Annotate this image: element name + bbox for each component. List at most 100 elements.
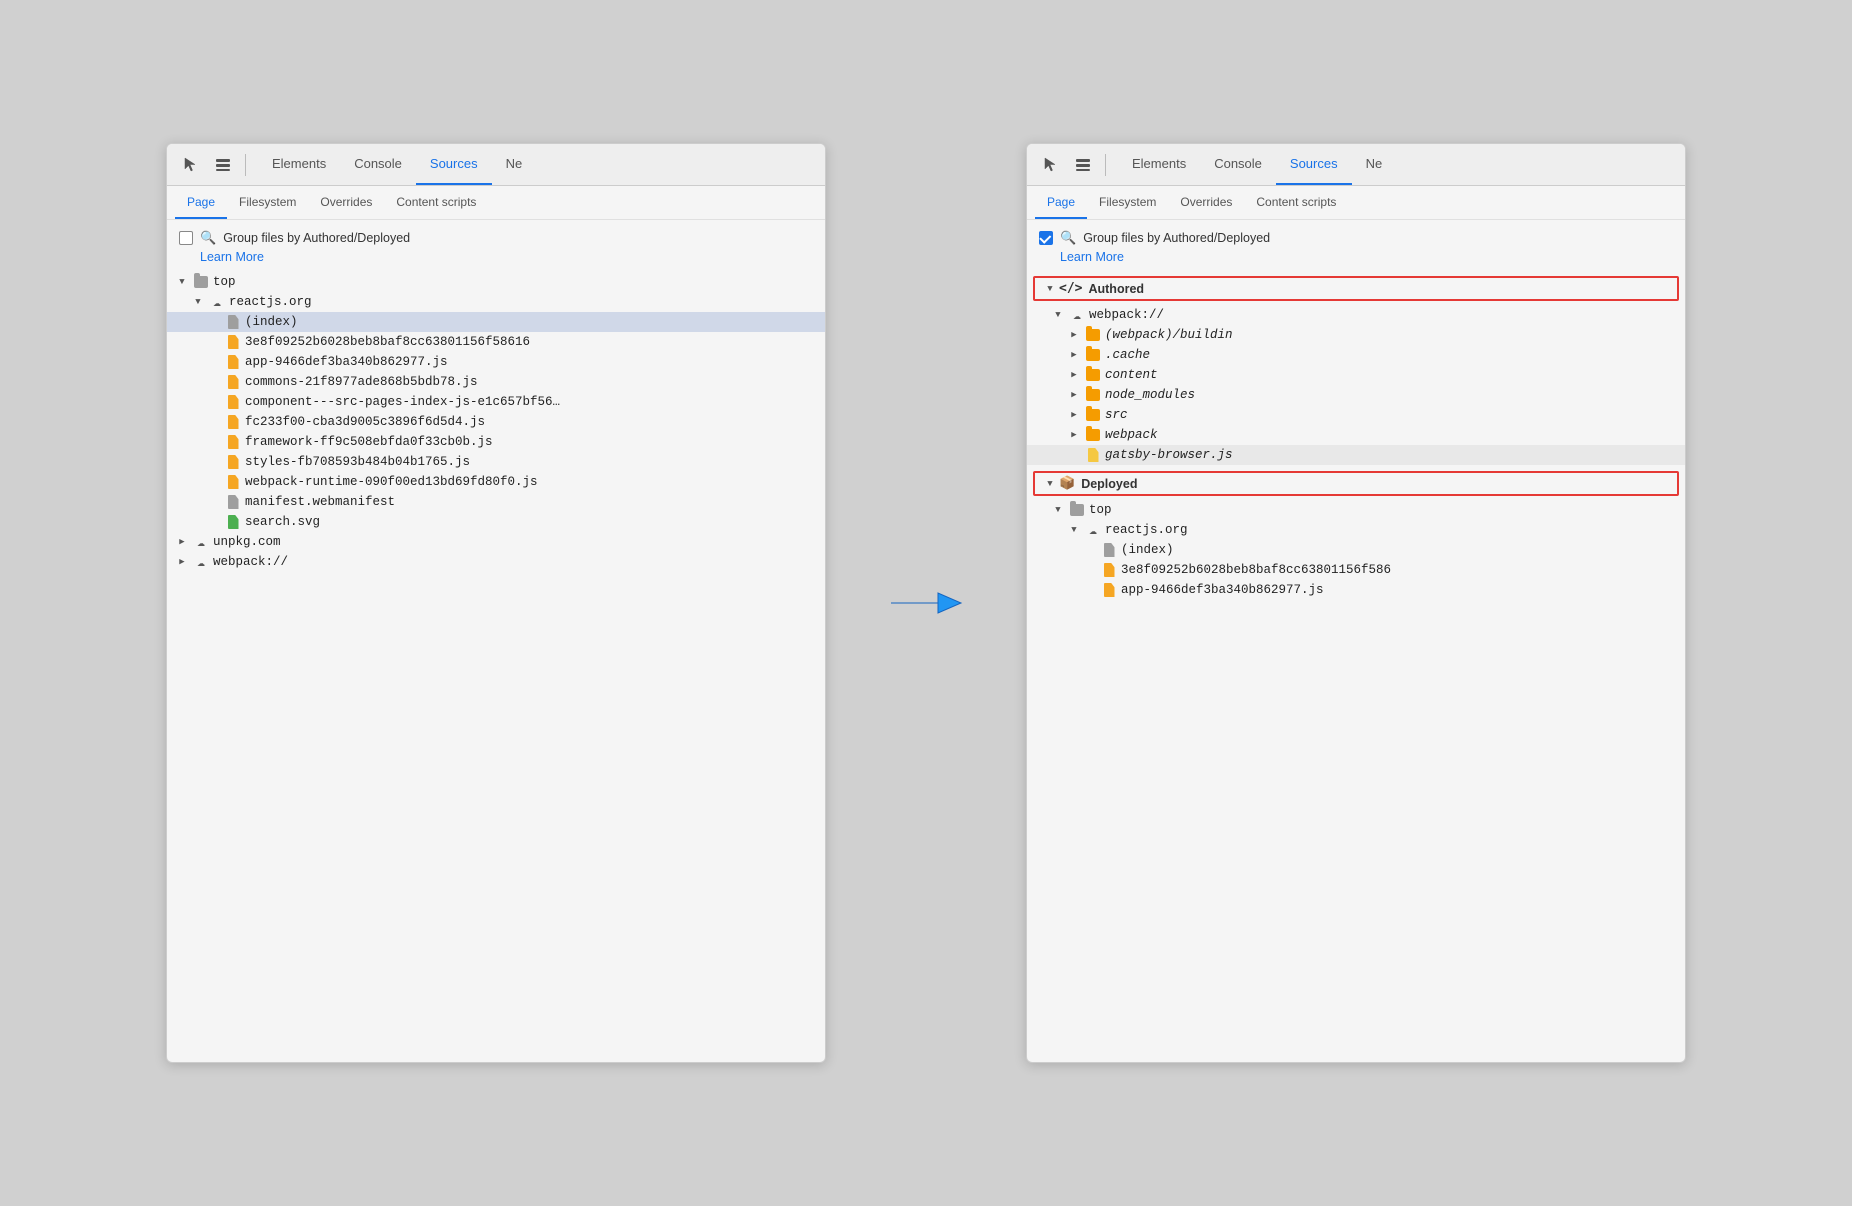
tree-item-f3[interactable]: commons-21f8977ade868b5bdb78.js xyxy=(167,372,825,392)
arrow-webpack-folder xyxy=(1067,428,1081,442)
arrow-cache xyxy=(1067,348,1081,362)
devtools-panel-right: Elements Console Sources Ne Page Filesys… xyxy=(1026,143,1686,1063)
tree-item-reactjs-right[interactable]: ☁ reactjs.org xyxy=(1027,520,1685,540)
group-files-checkbox-left[interactable] xyxy=(179,231,193,245)
tree-item-gatsby[interactable]: gatsby-browser.js xyxy=(1027,445,1685,465)
subtab-filesystem-right[interactable]: Filesystem xyxy=(1087,186,1168,219)
label-index-right: (index) xyxy=(1121,543,1174,557)
file-icon-f7 xyxy=(225,454,241,470)
label-f3: commons-21f8977ade868b5bdb78.js xyxy=(245,375,478,389)
file-icon-f8 xyxy=(225,474,241,490)
arrow-deployed xyxy=(1043,477,1057,491)
tree-item-f5[interactable]: fc233f00-cba3d9005c3896f6d5d4.js xyxy=(167,412,825,432)
arrow-src xyxy=(1067,408,1081,422)
tree-item-f8[interactable]: webpack-runtime-090f00ed13bd69fd80f0.js xyxy=(167,472,825,492)
tree-item-top[interactable]: top xyxy=(167,272,825,292)
authored-label: Authored xyxy=(1088,282,1144,296)
cursor-icon-left[interactable] xyxy=(177,151,205,179)
tree-item-index-right[interactable]: (index) xyxy=(1027,540,1685,560)
subtab-content-scripts-left[interactable]: Content scripts xyxy=(384,186,488,219)
arrow-content xyxy=(1067,368,1081,382)
label-f6: framework-ff9c508ebfda0f33cb0b.js xyxy=(245,435,493,449)
subtab-content-scripts-right[interactable]: Content scripts xyxy=(1244,186,1348,219)
tab-sources-right[interactable]: Sources xyxy=(1276,144,1352,185)
arrow-top xyxy=(175,275,189,289)
label-node-modules: node_modules xyxy=(1105,388,1195,402)
subtab-page-left[interactable]: Page xyxy=(175,186,227,219)
tree-item-webpack-right[interactable]: ☁ webpack:// xyxy=(1027,305,1685,325)
tree-item-f1[interactable]: 3e8f09252b6028beb8baf8cc63801156f58616 xyxy=(167,332,825,352)
folder-icon-src xyxy=(1085,407,1101,423)
tree-item-unpkg[interactable]: ☁ unpkg.com xyxy=(167,532,825,552)
label-f10: search.svg xyxy=(245,515,320,529)
folder-icon-node-modules xyxy=(1085,387,1101,403)
cloud-icon-reactjs: ☁ xyxy=(209,294,225,310)
file-icon-index-right xyxy=(1101,542,1117,558)
tree-item-reactjs[interactable]: ☁ reactjs.org xyxy=(167,292,825,312)
subtab-overrides-left[interactable]: Overrides xyxy=(308,186,384,219)
label-unpkg: unpkg.com xyxy=(213,535,281,549)
subtab-page-right[interactable]: Page xyxy=(1035,186,1087,219)
arrow-webpack xyxy=(175,555,189,569)
layers-icon-right[interactable] xyxy=(1069,151,1097,179)
toolbar-left: Elements Console Sources Ne xyxy=(167,144,825,186)
tree-item-df2[interactable]: app-9466def3ba340b862977.js xyxy=(1027,580,1685,600)
tree-item-index[interactable]: (index) xyxy=(167,312,825,332)
deployed-section-header[interactable]: 📦 Deployed xyxy=(1033,471,1679,496)
tree-item-df1[interactable]: 3e8f09252b6028beb8baf8cc63801156f586 xyxy=(1027,560,1685,580)
tree-item-cache[interactable]: .cache xyxy=(1027,345,1685,365)
learn-more-link-left[interactable]: Learn More xyxy=(200,250,813,264)
tree-item-f6[interactable]: framework-ff9c508ebfda0f33cb0b.js xyxy=(167,432,825,452)
filter-icon-left: 🔍 xyxy=(200,230,216,246)
file-icon-f1 xyxy=(225,334,241,350)
folder-icon-content xyxy=(1085,367,1101,383)
label-content: content xyxy=(1105,368,1158,382)
sub-tabs-left: Page Filesystem Overrides Content script… xyxy=(167,186,825,220)
label-buildin: (webpack)/buildin xyxy=(1105,328,1233,342)
tree-item-f4[interactable]: component---src-pages-index-js-e1c657bf5… xyxy=(167,392,825,412)
tree-item-f2[interactable]: app-9466def3ba340b862977.js xyxy=(167,352,825,372)
group-files-label-left[interactable]: 🔍 Group files by Authored/Deployed xyxy=(179,230,813,246)
cursor-icon-right[interactable] xyxy=(1037,151,1065,179)
file-icon-f4 xyxy=(225,394,241,410)
tab-network-right[interactable]: Ne xyxy=(1352,144,1397,185)
tree-item-top-right[interactable]: top xyxy=(1027,500,1685,520)
tree-item-content[interactable]: content xyxy=(1027,365,1685,385)
layers-icon-left[interactable] xyxy=(209,151,237,179)
learn-more-link-right[interactable]: Learn More xyxy=(1060,250,1673,264)
tab-sources-left[interactable]: Sources xyxy=(416,144,492,185)
group-files-checkbox-right[interactable] xyxy=(1039,231,1053,245)
tree-item-f9[interactable]: manifest.webmanifest xyxy=(167,492,825,512)
group-files-row-left: 🔍 Group files by Authored/Deployed Learn… xyxy=(167,220,825,268)
label-src: src xyxy=(1105,408,1128,422)
tree-item-f10[interactable]: search.svg xyxy=(167,512,825,532)
tree-item-src[interactable]: src xyxy=(1027,405,1685,425)
arrow-buildin xyxy=(1067,328,1081,342)
label-df2: app-9466def3ba340b862977.js xyxy=(1121,583,1324,597)
label-top-right: top xyxy=(1089,503,1112,517)
tree-item-f7[interactable]: styles-fb708593b484b04b1765.js xyxy=(167,452,825,472)
group-files-label-right[interactable]: 🔍 Group files by Authored/Deployed xyxy=(1039,230,1673,246)
folder-icon-webpack xyxy=(1085,427,1101,443)
label-f7: styles-fb708593b484b04b1765.js xyxy=(245,455,470,469)
label-cache: .cache xyxy=(1105,348,1150,362)
subtab-filesystem-left[interactable]: Filesystem xyxy=(227,186,308,219)
tab-network-left[interactable]: Ne xyxy=(492,144,537,185)
file-icon-df1 xyxy=(1101,562,1117,578)
file-icon-f9 xyxy=(225,494,241,510)
authored-section-header[interactable]: </> Authored xyxy=(1033,276,1679,301)
tree-item-node-modules[interactable]: node_modules xyxy=(1027,385,1685,405)
tab-elements-right[interactable]: Elements xyxy=(1118,144,1200,185)
code-icon-authored: </> xyxy=(1059,281,1082,296)
toolbar-tabs-right: Elements Console Sources Ne xyxy=(1118,144,1396,185)
tab-console-right[interactable]: Console xyxy=(1200,144,1276,185)
label-f5: fc233f00-cba3d9005c3896f6d5d4.js xyxy=(245,415,485,429)
tree-item-buildin[interactable]: (webpack)/buildin xyxy=(1027,325,1685,345)
tab-elements-left[interactable]: Elements xyxy=(258,144,340,185)
tree-item-webpack-folder[interactable]: webpack xyxy=(1027,425,1685,445)
subtab-overrides-right[interactable]: Overrides xyxy=(1168,186,1244,219)
tree-item-webpack[interactable]: ☁ webpack:// xyxy=(167,552,825,572)
tab-console-left[interactable]: Console xyxy=(340,144,416,185)
label-top: top xyxy=(213,275,236,289)
label-f9: manifest.webmanifest xyxy=(245,495,395,509)
